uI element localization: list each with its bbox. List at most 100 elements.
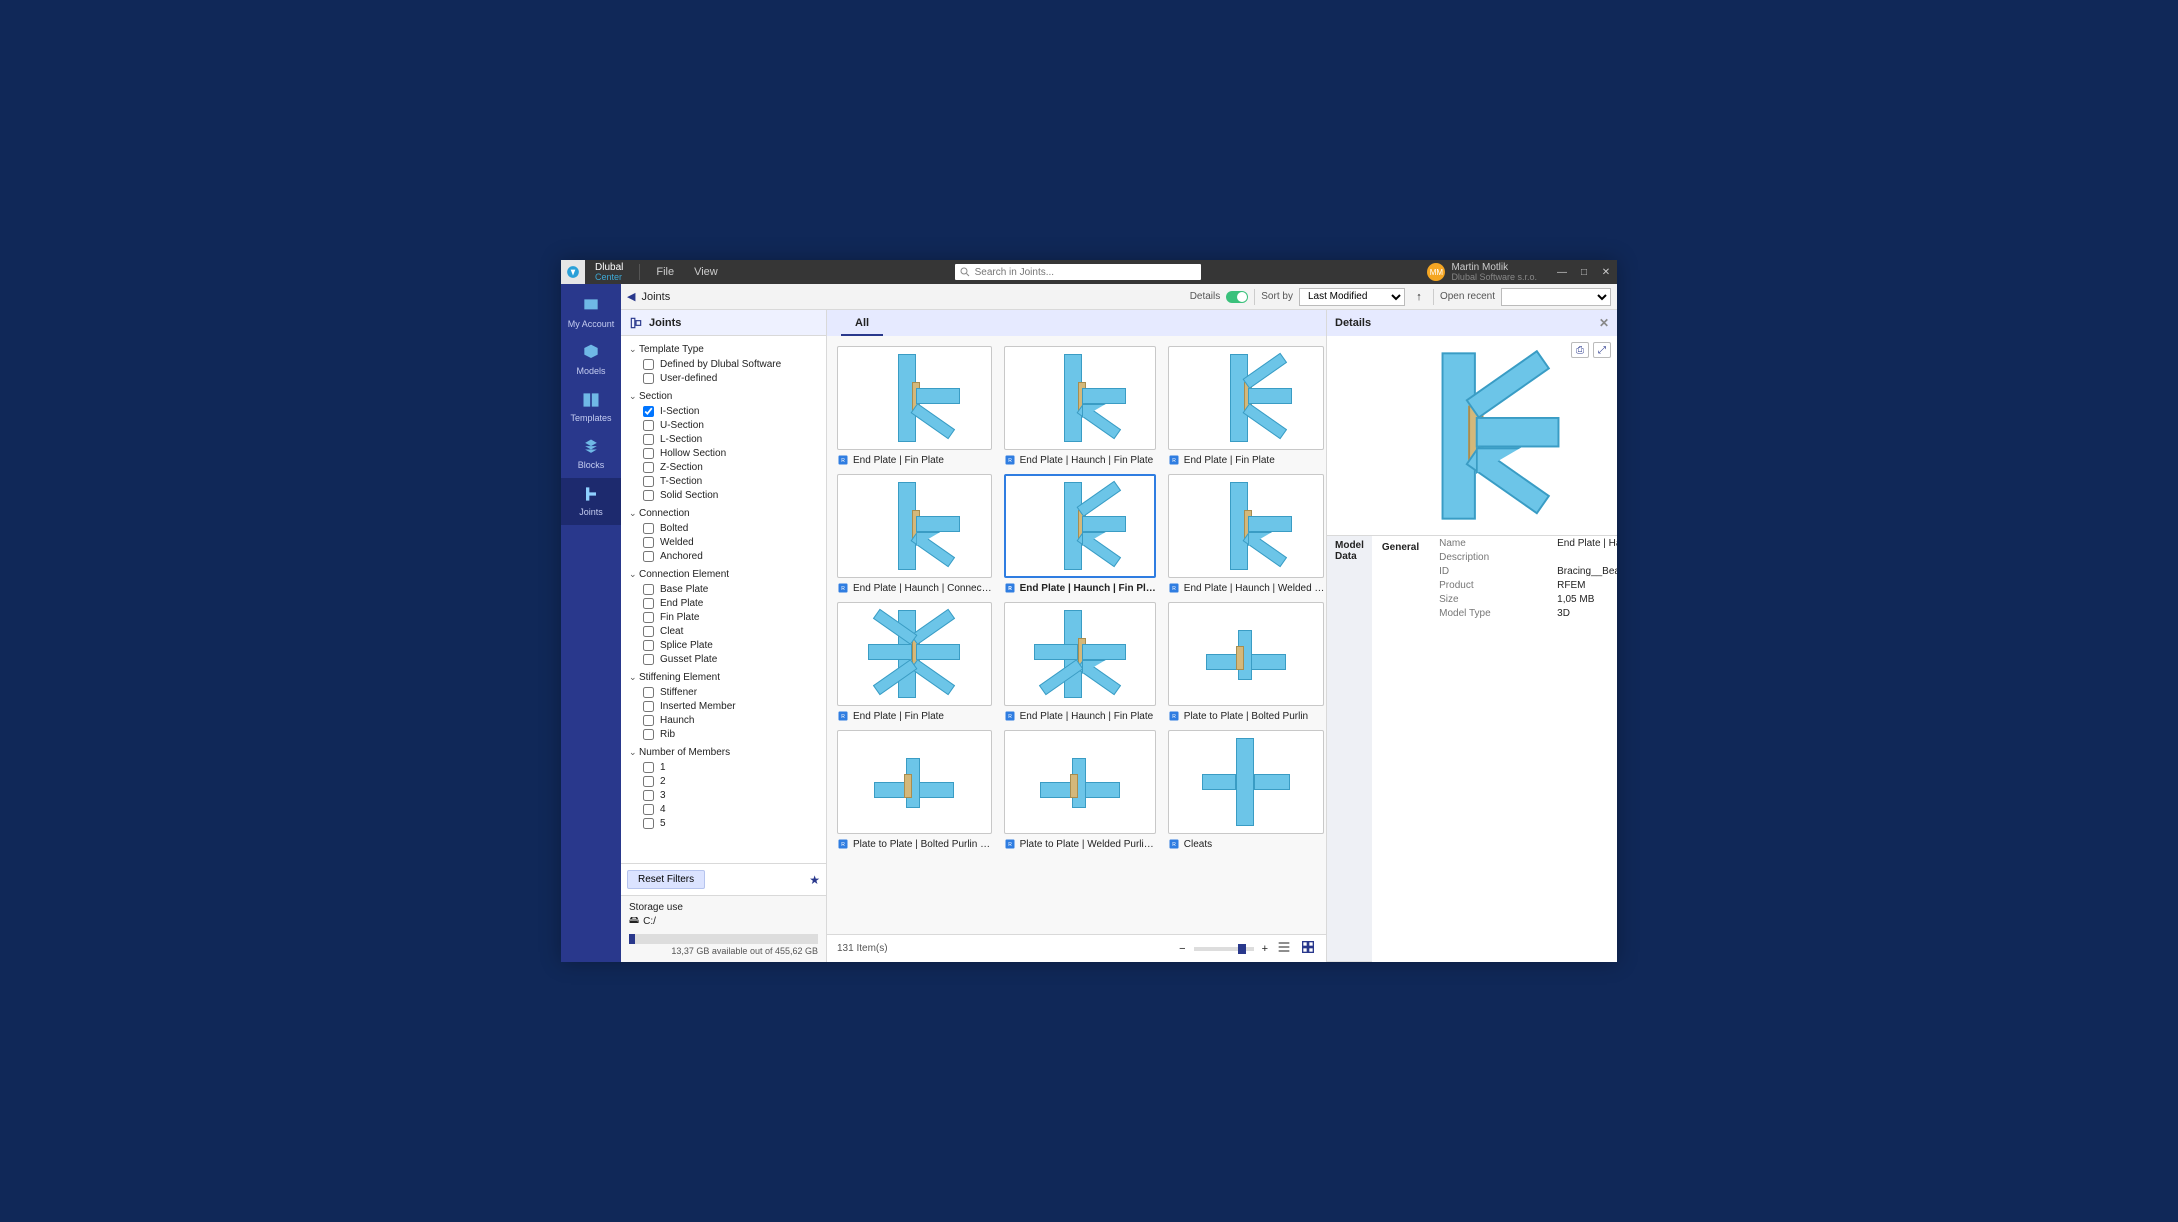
card-thumb [837,602,992,706]
gallery-card[interactable]: REnd Plate | Fin Plate [837,602,992,722]
card-thumb [1168,730,1325,834]
user-area[interactable]: MM Martin Motlik Dlubal Software s.r.o. [1427,263,1541,282]
filter-opt[interactable]: 5 [643,816,826,830]
filter-opt[interactable]: User-defined [643,371,826,385]
gallery-card[interactable]: REnd Plate | Haunch | Welded … [1168,474,1325,594]
preview-action-2[interactable]: ⤢ [1593,342,1611,358]
card-thumb [1168,474,1325,578]
details-toggle[interactable] [1226,291,1248,303]
filter-opt[interactable]: End Plate [643,596,826,610]
gallery-card[interactable]: REnd Plate | Fin Plate [837,346,992,466]
product-icon: R [837,710,849,722]
filter-opt[interactable]: L-Section [643,432,826,446]
gallery-card[interactable]: RPlate to Plate | Welded Purli… [1004,730,1156,850]
gallery-card[interactable]: RCleats [1168,730,1325,850]
filter-opt[interactable]: 4 [643,802,826,816]
filter-opt[interactable]: Haunch [643,713,826,727]
filter-scroll[interactable]: Template TypeDefined by Dlubal SoftwareU… [621,336,826,863]
gallery: All REnd Plate | Fin PlateREnd Plate | H… [827,310,1327,962]
filter-opt[interactable]: Cleat [643,624,826,638]
maximize-button[interactable]: □ [1573,260,1595,284]
gallery-card[interactable]: RPlate to Plate | Bolted Purlin [1168,602,1325,722]
filter-opt[interactable]: Z-Section [643,460,826,474]
rail-models[interactable]: Models [561,337,621,384]
menu-file[interactable]: File [646,266,684,278]
product-icon: R [837,454,849,466]
filter-opt[interactable]: Defined by Dlubal Software [643,357,826,371]
filter-opt[interactable]: I-Section [643,404,826,418]
filter-opt[interactable]: Anchored [643,549,826,563]
filter-opt[interactable]: 2 [643,774,826,788]
rail-templates[interactable]: Templates [561,384,621,431]
zoom-slider[interactable] [1194,947,1254,951]
filter-opt[interactable]: Fin Plate [643,610,826,624]
grid-view-button[interactable] [1300,939,1316,958]
content-area: ◀ Joints Details Sort by Last Modified ↑… [621,284,1617,962]
filter-group-connection-element[interactable]: Connection Element [621,567,826,582]
gallery-grid[interactable]: REnd Plate | Fin PlateREnd Plate | Haunc… [827,336,1326,934]
filter-opt[interactable]: 3 [643,788,826,802]
filter-opt[interactable]: Stiffener [643,685,826,699]
details-panel: Details ✕ ⎙ ⤢ Model Data [1327,310,1617,962]
gallery-card[interactable]: REnd Plate | Haunch | Fin Plate [1004,602,1156,722]
filter-opt[interactable]: Base Plate [643,582,826,596]
filter-opt[interactable]: Rib [643,727,826,741]
gallery-card[interactable]: REnd Plate | Haunch | Connec… [837,474,992,594]
filter-opt[interactable]: Solid Section [643,488,826,502]
filter-header: Joints [621,310,826,336]
back-icon[interactable]: ◀ [627,290,635,303]
openrecent-select[interactable] [1501,288,1611,306]
card-thumb [1004,474,1156,578]
filter-opt[interactable]: Splice Plate [643,638,826,652]
card-caption: REnd Plate | Haunch | Fin Pl… [1004,582,1156,594]
filter-opt[interactable]: Hollow Section [643,446,826,460]
filter-opt[interactable]: 1 [643,760,826,774]
gallery-card[interactable]: REnd Plate | Fin Plate [1168,346,1325,466]
tab-all[interactable]: All [841,313,883,336]
reset-filters-button[interactable]: Reset Filters [627,870,705,889]
divider [639,264,640,280]
zoom-plus[interactable]: + [1262,943,1268,955]
filter-opt[interactable]: Bolted [643,521,826,535]
zoom-minus[interactable]: − [1179,943,1185,955]
product-icon: R [1004,582,1016,594]
filter-opt[interactable]: T-Section [643,474,826,488]
gallery-card[interactable]: REnd Plate | Haunch | Fin Pl… [1004,474,1156,594]
card-caption: RPlate to Plate | Bolted Purlin … [837,838,992,850]
filter-group-connection[interactable]: Connection [621,506,826,521]
minimize-button[interactable]: — [1551,260,1573,284]
card-caption: REnd Plate | Haunch | Fin Plate [1004,710,1156,722]
gallery-card[interactable]: RPlate to Plate | Bolted Purlin … [837,730,992,850]
filter-opt[interactable]: U-Section [643,418,826,432]
details-preview: ⎙ ⤢ [1327,336,1617,536]
rail-blocks[interactable]: Blocks [561,431,621,478]
sort-direction-button[interactable]: ↑ [1411,291,1427,303]
details-close-icon[interactable]: ✕ [1599,316,1609,330]
filter-title: Joints [649,317,681,329]
titlebar: Dlubal Center File View MM Martin Motlik… [561,260,1617,284]
rail-joints[interactable]: Joints [561,478,621,525]
menu-view[interactable]: View [684,266,728,278]
filter-panel: Joints Template TypeDefined by Dlubal So… [621,310,827,962]
list-view-button[interactable] [1276,939,1292,958]
filter-opt[interactable]: Welded [643,535,826,549]
gallery-card[interactable]: REnd Plate | Haunch | Fin Plate [1004,346,1156,466]
sortby-select[interactable]: Last Modified [1299,288,1405,306]
filter-opt[interactable]: Gusset Plate [643,652,826,666]
favorite-filter-icon[interactable]: ★ [809,873,820,887]
filter-group-number-of-members[interactable]: Number of Members [621,745,826,760]
details-body[interactable]: Model Data General NameEnd Plate | Haunc… [1327,536,1617,962]
filter-group-template-type[interactable]: Template Type [621,342,826,357]
filter-group-section[interactable]: Section [621,389,826,404]
card-caption: REnd Plate | Fin Plate [1168,454,1325,466]
details-header: Details ✕ [1327,310,1617,336]
filter-footer: Reset Filters ★ [621,863,826,895]
rail-my-account[interactable]: My Account [561,290,621,337]
preview-action-1[interactable]: ⎙ [1571,342,1589,358]
filter-group-stiffening-element[interactable]: Stiffening Element [621,670,826,685]
window-buttons: — □ ✕ [1551,260,1617,284]
search-input[interactable] [955,264,1201,280]
filter-opt[interactable]: Inserted Member [643,699,826,713]
close-button[interactable]: ✕ [1595,260,1617,284]
card-thumb [837,346,992,450]
